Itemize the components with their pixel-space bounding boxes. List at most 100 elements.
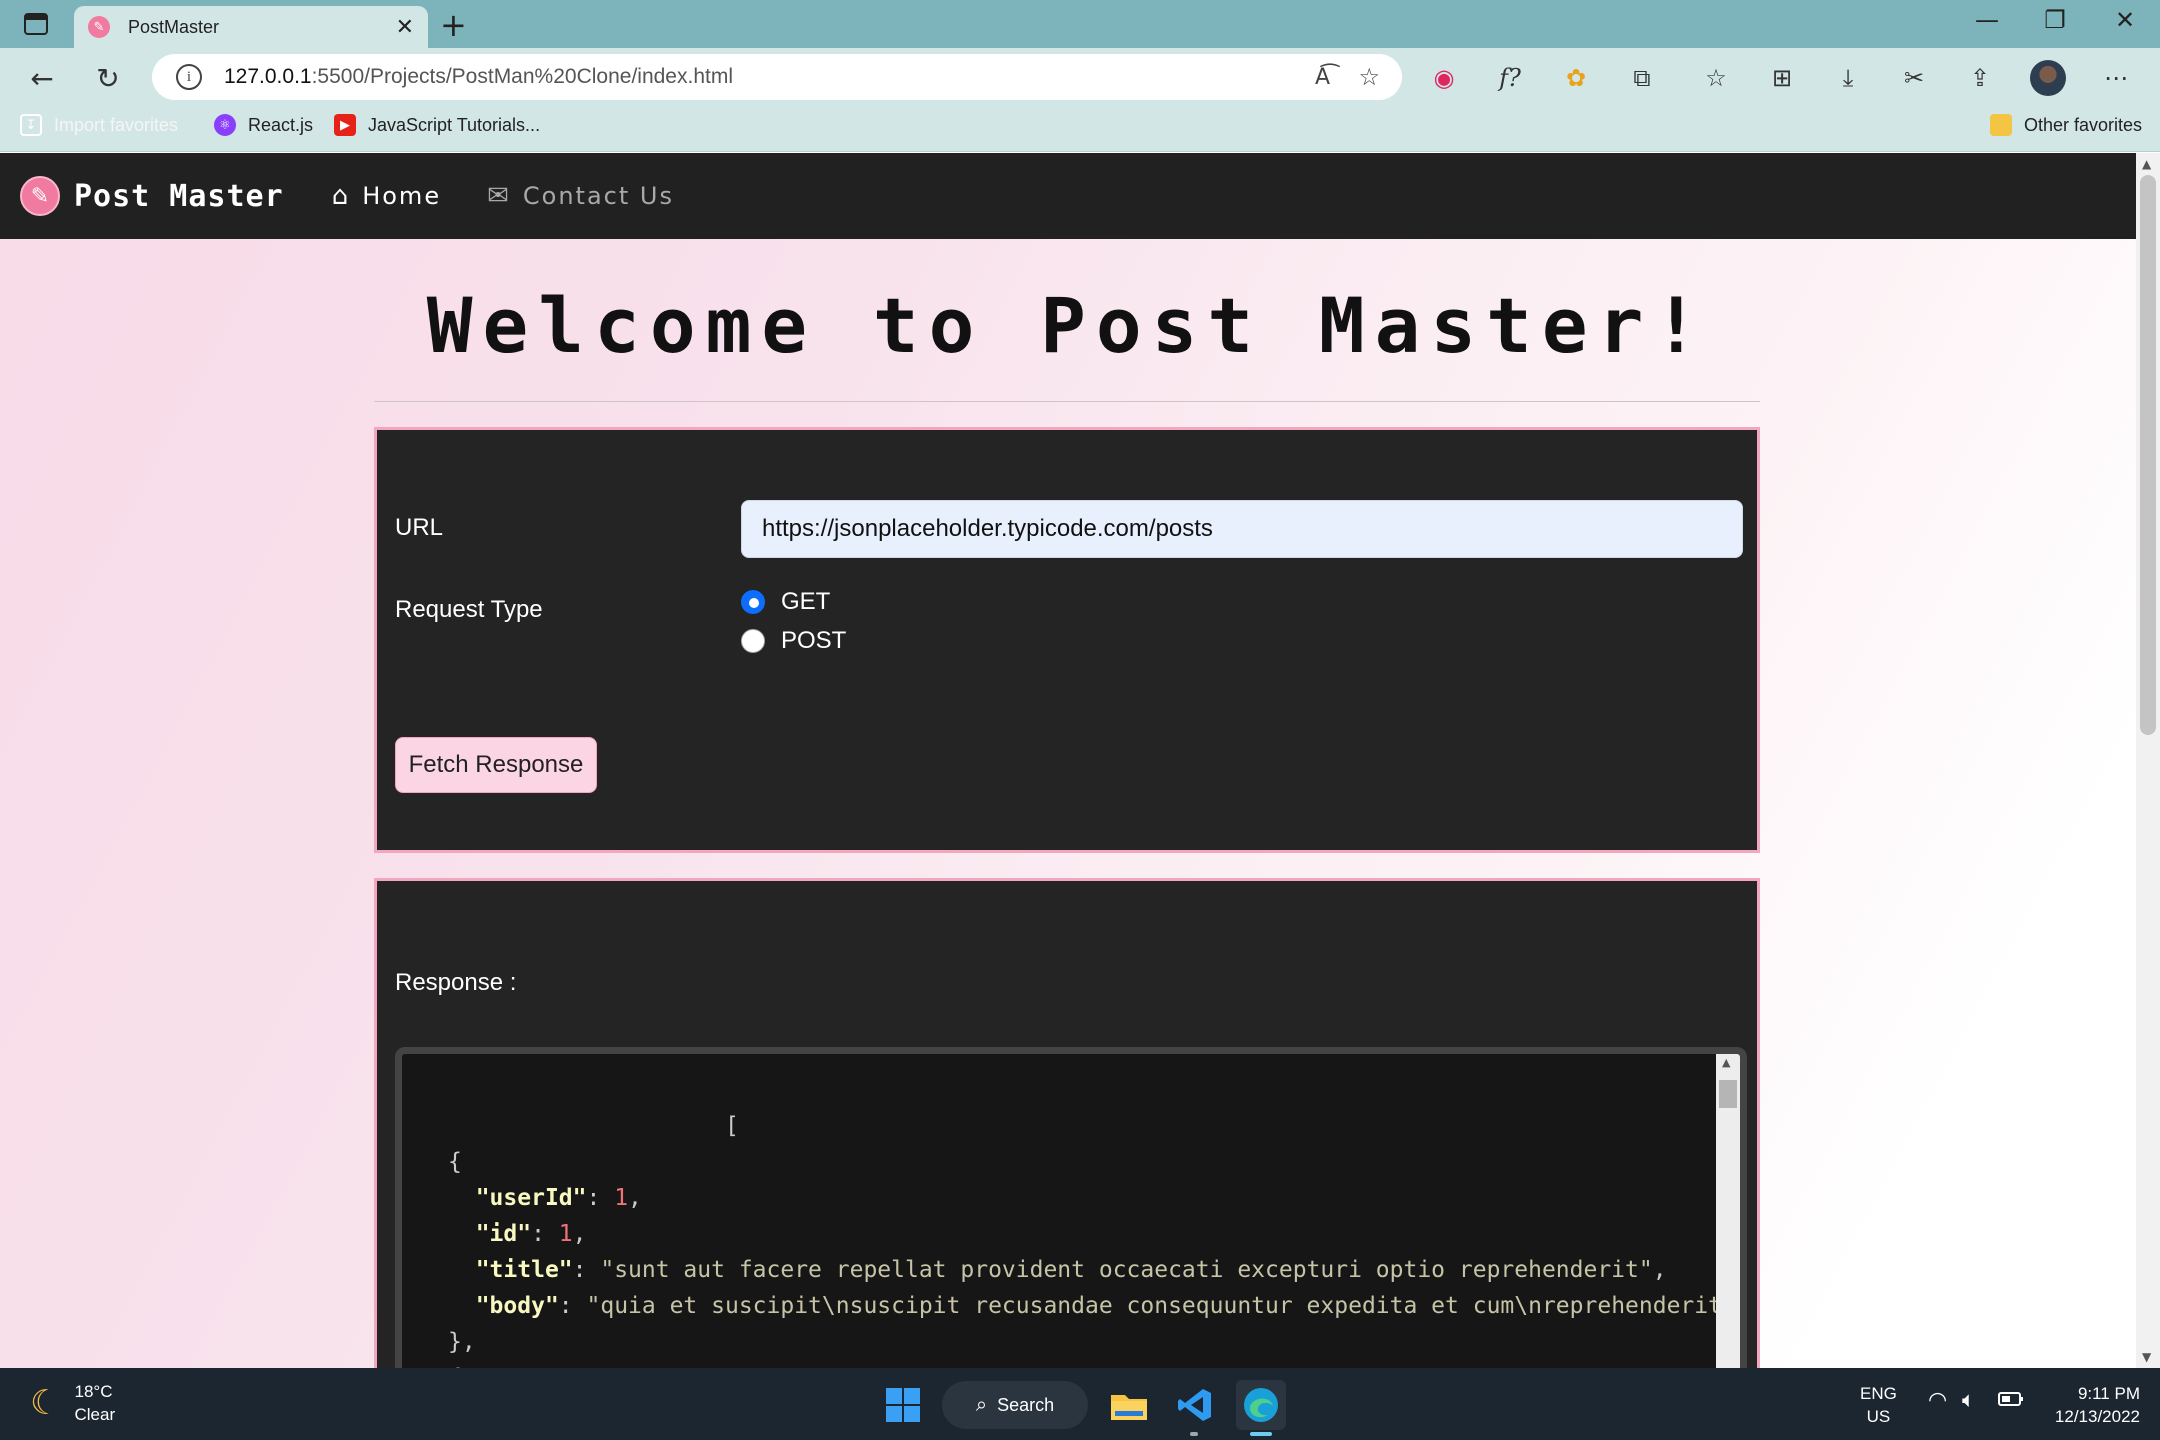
radio-post-button[interactable] [741, 629, 765, 653]
new-tab-button[interactable]: + [440, 6, 467, 44]
clock[interactable]: 9:11 PM 12/13/2022 [2044, 1382, 2140, 1428]
extension-record-icon[interactable]: ◉ [1424, 58, 1464, 98]
share-icon[interactable]: ⇪ [1960, 58, 2000, 98]
import-icon: ↧ [20, 114, 42, 136]
web-capture-icon[interactable]: ✂ [1894, 58, 1934, 98]
envelope-icon: ✉ [487, 181, 511, 211]
request-form-card: URL https://jsonplaceholder.typicode.com… [374, 427, 1760, 853]
weather-widget[interactable]: ☾ 18°C Clear [30, 1380, 115, 1426]
browser-tab[interactable]: ✎ PostMaster ✕ [74, 6, 428, 48]
brand-name[interactable]: Post Master [74, 179, 284, 214]
browser-titlebar: ✎ PostMaster ✕ + — ❐ ✕ [0, 0, 2160, 48]
running-app-indicator [1190, 1432, 1198, 1436]
nav-home[interactable]: ⌂ Home [332, 181, 441, 211]
radio-get-button[interactable] [741, 590, 765, 614]
favorite-reactjs[interactable]: ⚛ React.js [214, 114, 313, 136]
extensions-puzzle-icon[interactable]: ⧉ [1622, 58, 1662, 98]
start-button[interactable] [878, 1380, 928, 1430]
volume-icon[interactable]: 🔈︎ [1962, 1388, 1975, 1411]
nav-contact-label: Contact Us [522, 182, 674, 210]
read-aloud-icon[interactable]: A͡ [1315, 65, 1330, 90]
other-favorites[interactable]: Other favorites [1990, 114, 2142, 136]
extension-color-icon[interactable]: ✿ [1556, 58, 1596, 98]
battery-icon[interactable] [1998, 1390, 2024, 1413]
youtube-icon: ▶ [334, 114, 356, 136]
downloads-icon[interactable]: ⤓ [1828, 58, 1868, 98]
language-indicator[interactable]: ENG US [1860, 1382, 1897, 1428]
search-icon: ⌕ [975, 1393, 988, 1416]
radio-get-label[interactable]: GET [781, 588, 830, 616]
folder-icon [1990, 114, 2012, 136]
response-label: Response : [395, 969, 517, 996]
code-line: }, [448, 1329, 476, 1355]
refresh-icon[interactable]: ↻ [88, 58, 128, 98]
favorite-import[interactable]: ↧ Import favorites [20, 114, 178, 136]
brand-logo-icon[interactable]: ✎ [20, 176, 60, 216]
tab-close-icon[interactable]: ✕ [396, 15, 414, 40]
active-app-indicator [1250, 1432, 1272, 1436]
language-code: ENG [1860, 1384, 1897, 1403]
code-scrollbar[interactable]: ▲ [1716, 1054, 1740, 1368]
profile-avatar[interactable] [2030, 60, 2066, 96]
restore-button[interactable]: ❐ [2030, 6, 2080, 34]
code-scroll-thumb[interactable] [1719, 1080, 1737, 1108]
weather-temp: 18°C [74, 1382, 113, 1401]
edge-browser-icon[interactable] [1236, 1380, 1286, 1430]
radio-post-label[interactable]: POST [781, 627, 846, 655]
close-window-button[interactable]: ✕ [2100, 6, 2150, 34]
address-path: :5500/Projects/PostMan%20Clone/index.htm… [311, 65, 733, 88]
code-line: "body": "quia et suscipit\nsuscipit recu… [475, 1293, 1747, 1319]
postmaster-favicon-icon: ✎ [88, 16, 110, 38]
search-label: Search [997, 1394, 1055, 1415]
divider [374, 401, 1760, 402]
favorites-bar: ↧ Import favorites ⚛ React.js ▶ JavaScri… [0, 106, 2160, 152]
response-code: [ { "userId": 1, "id": 1, "title": "sunt… [448, 1072, 1747, 1368]
browser-toolbar: ← ↻ i 127.0.0.1:5500/Projects/PostMan%20… [0, 48, 2160, 106]
address-host: 127.0.0.1 [224, 65, 312, 88]
code-line: "id": 1, [475, 1221, 587, 1247]
minimize-button[interactable]: — [1962, 6, 2012, 34]
tab-title: PostMaster [128, 16, 220, 37]
app-navbar: ✎ Post Master ⌂ Home ✉ Contact Us [0, 153, 2136, 239]
response-card: Response : [ { "userId": 1, "id": 1, "ti… [374, 878, 1760, 1368]
favorite-js-tutorials[interactable]: ▶ JavaScript Tutorials... [334, 114, 540, 136]
nav-home-label: Home [362, 182, 442, 210]
wifi-icon[interactable]: ◠ [1928, 1388, 1947, 1411]
code-line: "userId": 1, [475, 1185, 642, 1211]
response-code-box[interactable]: [ { "userId": 1, "id": 1, "title": "sunt… [395, 1047, 1747, 1368]
collections-icon[interactable]: ⊞ [1762, 58, 1802, 98]
back-arrow-icon[interactable]: ← [22, 58, 62, 98]
page-title: Welcome to Post Master! [426, 281, 1710, 370]
radio-get[interactable]: GET [741, 588, 830, 616]
nav-contact[interactable]: ✉ Contact Us [487, 181, 674, 211]
favorites-list-icon[interactable]: ☆ [1696, 58, 1736, 98]
favorite-label: Import favorites [54, 114, 179, 135]
windows-taskbar: ☾ 18°C Clear ⌕ Search ENG US ◠ 🔈︎ 9:11 P… [0, 1368, 2160, 1440]
radio-post[interactable]: POST [741, 627, 846, 655]
site-info-icon[interactable]: i [176, 64, 202, 90]
code-line: { [448, 1149, 462, 1175]
file-explorer-icon[interactable] [1104, 1380, 1154, 1430]
weather-condition: Clear [74, 1405, 116, 1424]
page-scroll-down-icon[interactable]: ▼ [2142, 1350, 2151, 1364]
extension-formula-icon[interactable]: f? [1490, 58, 1530, 98]
page-scroll-up-icon[interactable]: ▲ [2142, 157, 2151, 171]
taskbar-search[interactable]: ⌕ Search [942, 1381, 1088, 1429]
more-options-icon[interactable]: ⋯ [2096, 58, 2136, 98]
tab-actions-icon[interactable] [22, 10, 50, 38]
home-icon: ⌂ [331, 181, 351, 211]
page-scrollbar[interactable]: ▲ ▼ [2136, 153, 2160, 1368]
url-input[interactable]: https://jsonplaceholder.typicode.com/pos… [741, 500, 1743, 558]
moon-icon: ☾ [30, 1383, 61, 1423]
url-label: URL [395, 514, 444, 541]
other-favorites-label: Other favorites [2024, 114, 2143, 135]
vscode-icon[interactable] [1170, 1380, 1220, 1430]
fetch-response-button[interactable]: Fetch Response [395, 737, 597, 793]
scroll-up-icon[interactable]: ▲ [1722, 1056, 1730, 1069]
code-line: "title": "sunt aut facere repellat provi… [475, 1257, 1667, 1283]
add-favorite-icon[interactable]: ☆ [1358, 63, 1380, 91]
address-bar[interactable]: i 127.0.0.1:5500/Projects/PostMan%20Clon… [152, 54, 1402, 100]
favorite-label: JavaScript Tutorials... [368, 114, 541, 135]
page-scroll-thumb[interactable] [2140, 175, 2156, 735]
page-viewport: ✎ Post Master ⌂ Home ✉ Contact Us Welcom… [0, 153, 2136, 1368]
